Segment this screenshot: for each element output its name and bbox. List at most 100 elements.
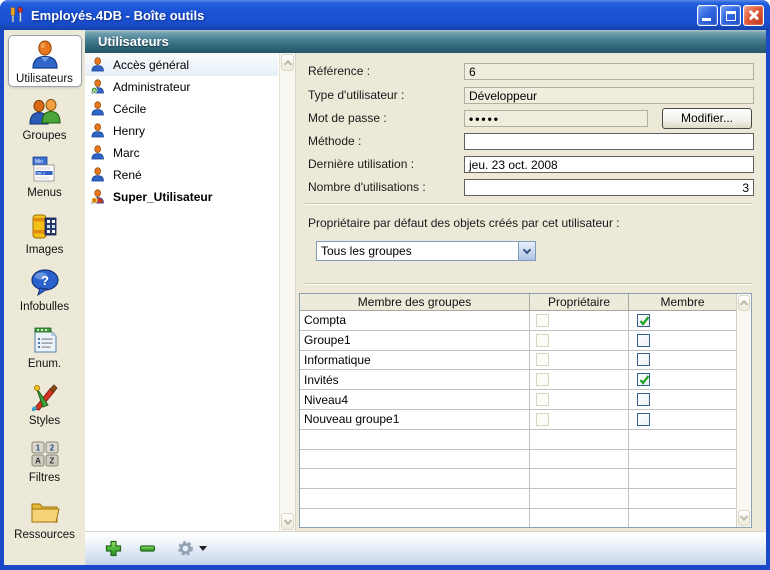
membre-checkbox[interactable] — [637, 314, 650, 327]
default-owner-label: Propriétaire par défaut des objets créés… — [308, 216, 620, 230]
method-field[interactable] — [464, 133, 754, 150]
app-window: Employés.4DB - Boîte outils — [0, 0, 770, 570]
svg-text:2: 2 — [49, 443, 54, 452]
film-icon — [27, 209, 63, 243]
user-list-item[interactable]: AAdministrateur — [85, 76, 278, 98]
default-owner-select[interactable]: Tous les groupes — [316, 241, 536, 261]
user-list-panel: Accès généralAAdministrateurCécileHenryM… — [85, 53, 296, 531]
actions-button[interactable] — [173, 538, 197, 560]
chevron-down-icon — [283, 516, 291, 524]
combo-dropdown-button[interactable] — [518, 242, 535, 260]
caret-down-icon[interactable] — [199, 546, 207, 551]
group-name-cell: Groupe1 — [300, 331, 530, 350]
use-count-label: Nombre d'utilisations : — [308, 179, 426, 196]
user-icon — [90, 167, 106, 183]
user-icon — [90, 123, 106, 139]
groups-table: Membre des groupes Propriétaire Membre C… — [299, 293, 752, 528]
notepad-icon — [27, 323, 63, 357]
user-type-label: Type d'utilisateur : — [308, 87, 404, 104]
table-row: Niveau4 — [300, 390, 736, 410]
filter-keys-icon: 1 2 A Z — [27, 437, 63, 471]
close-button[interactable] — [743, 5, 764, 26]
remove-user-button[interactable] — [135, 538, 159, 560]
scroll-up-button[interactable] — [281, 54, 294, 71]
group-name-cell: Niveau4 — [300, 390, 530, 409]
minimize-button[interactable] — [697, 5, 718, 26]
panel-title: Utilisateurs — [85, 30, 766, 53]
table-row: Invités — [300, 370, 736, 390]
proprietaire-checkbox[interactable] — [536, 353, 549, 366]
chevron-up-icon — [740, 300, 748, 308]
proprietaire-checkbox[interactable] — [536, 334, 549, 347]
membre-checkbox[interactable] — [637, 334, 650, 347]
svg-text:Z: Z — [49, 456, 54, 465]
sidebar-item-ressources[interactable]: Ressources — [4, 488, 85, 545]
modify-password-button[interactable]: Modifier... — [662, 108, 752, 129]
user-icon: A — [90, 79, 106, 95]
divider — [305, 283, 752, 285]
chevron-down-icon — [740, 513, 748, 521]
sidebar-item-label: Images — [26, 244, 64, 256]
user-list-item[interactable]: Henry — [85, 120, 278, 142]
sidebar-item-utilisateurs[interactable]: Utilisateurs — [4, 32, 85, 89]
title-bar[interactable]: Employés.4DB - Boîte outils — [0, 0, 770, 30]
sidebar: Utilisateurs Groupes — [4, 30, 85, 565]
content-area: Utilisateurs Accès généralAAdministrateu… — [85, 30, 766, 565]
svg-text:1: 1 — [35, 443, 40, 452]
gear-icon — [176, 539, 195, 558]
user-list-item[interactable]: Accès général — [85, 54, 278, 76]
sidebar-item-styles[interactable]: Styles — [4, 374, 85, 431]
user-list-item[interactable]: SSuper_Utilisateur — [85, 186, 278, 208]
membre-checkbox[interactable] — [637, 353, 650, 366]
sidebar-item-enum[interactable]: Enum. — [4, 317, 85, 374]
folder-icon — [27, 494, 63, 528]
sidebar-item-menus[interactable]: Min Min 2 Menus — [4, 146, 85, 203]
svg-text:Min: Min — [35, 159, 43, 165]
column-header-membre: Membre — [629, 294, 736, 310]
add-user-button[interactable] — [101, 538, 125, 560]
paintbrush-icon — [27, 380, 63, 414]
sidebar-item-label: Enum. — [28, 358, 61, 370]
sidebar-item-filtres[interactable]: 1 2 A Z Filtres — [4, 431, 85, 488]
user-list-item[interactable]: René — [85, 164, 278, 186]
proprietaire-checkbox[interactable] — [536, 314, 549, 327]
user-list-item[interactable]: Marc — [85, 142, 278, 164]
maximize-button[interactable] — [720, 5, 741, 26]
use-count-field[interactable]: 3 — [464, 179, 754, 196]
groups-table-header: Membre des groupes Propriétaire Membre — [300, 294, 751, 311]
column-header-proprietaire: Propriétaire — [530, 294, 629, 310]
proprietaire-checkbox[interactable] — [536, 393, 549, 406]
reference-field: 6 — [464, 63, 754, 80]
footer-toolbar — [85, 531, 766, 565]
sidebar-item-label: Styles — [29, 415, 60, 427]
divider — [305, 203, 752, 205]
groups-table-scrollbar[interactable] — [736, 294, 751, 527]
table-row-empty — [300, 469, 736, 489]
menu-icon: Min Min 2 — [27, 152, 63, 186]
scroll-down-button[interactable] — [281, 513, 294, 530]
proprietaire-checkbox[interactable] — [536, 373, 549, 386]
svg-text:Min 2: Min 2 — [36, 171, 45, 175]
proprietaire-checkbox[interactable] — [536, 413, 549, 426]
user-icon — [90, 145, 106, 161]
sidebar-item-infobulles[interactable]: ? Infobulles — [4, 260, 85, 317]
user-list-item[interactable]: Cécile — [85, 98, 278, 120]
table-row: Informatique — [300, 351, 736, 371]
minus-icon — [138, 539, 157, 558]
column-header-groups: Membre des groupes — [300, 294, 530, 310]
chevron-up-icon — [283, 59, 291, 67]
membre-checkbox[interactable] — [637, 373, 650, 386]
help-bubble-icon: ? — [27, 266, 63, 300]
sidebar-item-groupes[interactable]: Groupes — [4, 89, 85, 146]
scroll-up-button[interactable] — [738, 295, 750, 311]
user-list-scrollbar[interactable] — [279, 53, 295, 531]
membre-checkbox[interactable] — [637, 413, 650, 426]
user-icon — [90, 101, 106, 117]
scroll-down-button[interactable] — [738, 510, 750, 526]
user-type-field: Développeur — [464, 87, 754, 104]
last-use-field[interactable]: jeu. 23 oct. 2008 — [464, 156, 754, 173]
window-body: Utilisateurs Groupes — [4, 30, 766, 565]
sidebar-item-images[interactable]: Images — [4, 203, 85, 260]
reference-label: Référence : — [308, 63, 370, 80]
membre-checkbox[interactable] — [637, 393, 650, 406]
